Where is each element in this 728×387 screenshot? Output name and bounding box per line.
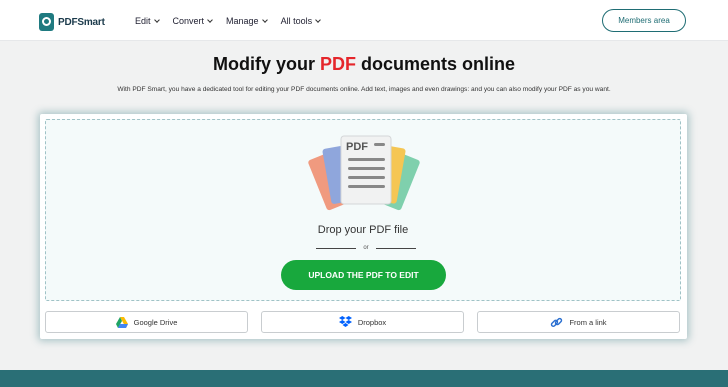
pdfsmart-logo[interactable]: PDFSmart (39, 13, 105, 31)
logo-icon (39, 13, 54, 31)
text-line-shape (348, 167, 385, 170)
dropbox-icon (338, 316, 352, 327)
top-navigation-bar: PDFSmart Edit Convert Manage All tools M… (0, 0, 728, 41)
from-link-button[interactable]: From a link (477, 311, 680, 333)
dropbox-label: Dropbox (357, 317, 387, 327)
title-accent-pdf: PDF (319, 54, 356, 74)
pdf-documents-illustration: PDF (308, 135, 420, 211)
nav-item-label: Convert (172, 16, 205, 26)
or-divider: or (316, 243, 416, 253)
google-drive-button[interactable]: Google Drive (45, 311, 248, 333)
from-link-label: From a link (569, 317, 607, 327)
link-icon (551, 317, 563, 327)
chevron-down-icon (207, 17, 213, 23)
upload-card: PDF Drop your PDF file or UPLOAD THE PDF… (40, 114, 687, 339)
page-subtitle: With PDF Smart, you have a dedicated too… (117, 86, 611, 93)
members-area-button[interactable]: Members area (602, 9, 686, 32)
title-text-start: Modify your (212, 54, 320, 74)
nav-item-label: Edit (135, 16, 151, 26)
google-drive-icon (115, 316, 128, 328)
upload-pdf-button[interactable]: UPLOAD THE PDF TO EDIT (281, 260, 446, 290)
nav-item-label: Manage (226, 16, 259, 26)
text-line-shape (374, 143, 385, 146)
page-title: Modify your PDF documents online (0, 54, 728, 75)
illustration-pdf-label: PDF (346, 141, 368, 153)
drop-file-text: Drop your PDF file (317, 224, 409, 236)
nav-item-manage[interactable]: Manage (226, 16, 268, 26)
chevron-down-icon (315, 17, 321, 23)
logo-text: PDFSmart (58, 16, 105, 28)
footer-band (0, 370, 728, 387)
pdf-drop-zone[interactable]: PDF Drop your PDF file or UPLOAD THE PDF… (45, 119, 681, 301)
chevron-down-icon (153, 17, 160, 23)
main-nav: Edit Convert Manage All tools (135, 16, 334, 26)
divider-line (316, 247, 356, 249)
title-text-end: documents online (355, 54, 515, 74)
nav-item-edit[interactable]: Edit (135, 16, 160, 26)
divider-line (376, 247, 416, 249)
text-line-shape (348, 158, 385, 161)
text-line-shape (348, 185, 385, 188)
google-drive-label: Google Drive (133, 317, 178, 327)
nav-item-all-tools[interactable]: All tools (281, 16, 321, 26)
chevron-down-icon (261, 17, 268, 23)
nav-item-convert[interactable]: Convert (173, 16, 213, 26)
nav-item-label: All tools (280, 16, 313, 26)
or-text: or (363, 245, 369, 251)
dropbox-button[interactable]: Dropbox (261, 311, 464, 333)
text-line-shape (348, 176, 385, 179)
